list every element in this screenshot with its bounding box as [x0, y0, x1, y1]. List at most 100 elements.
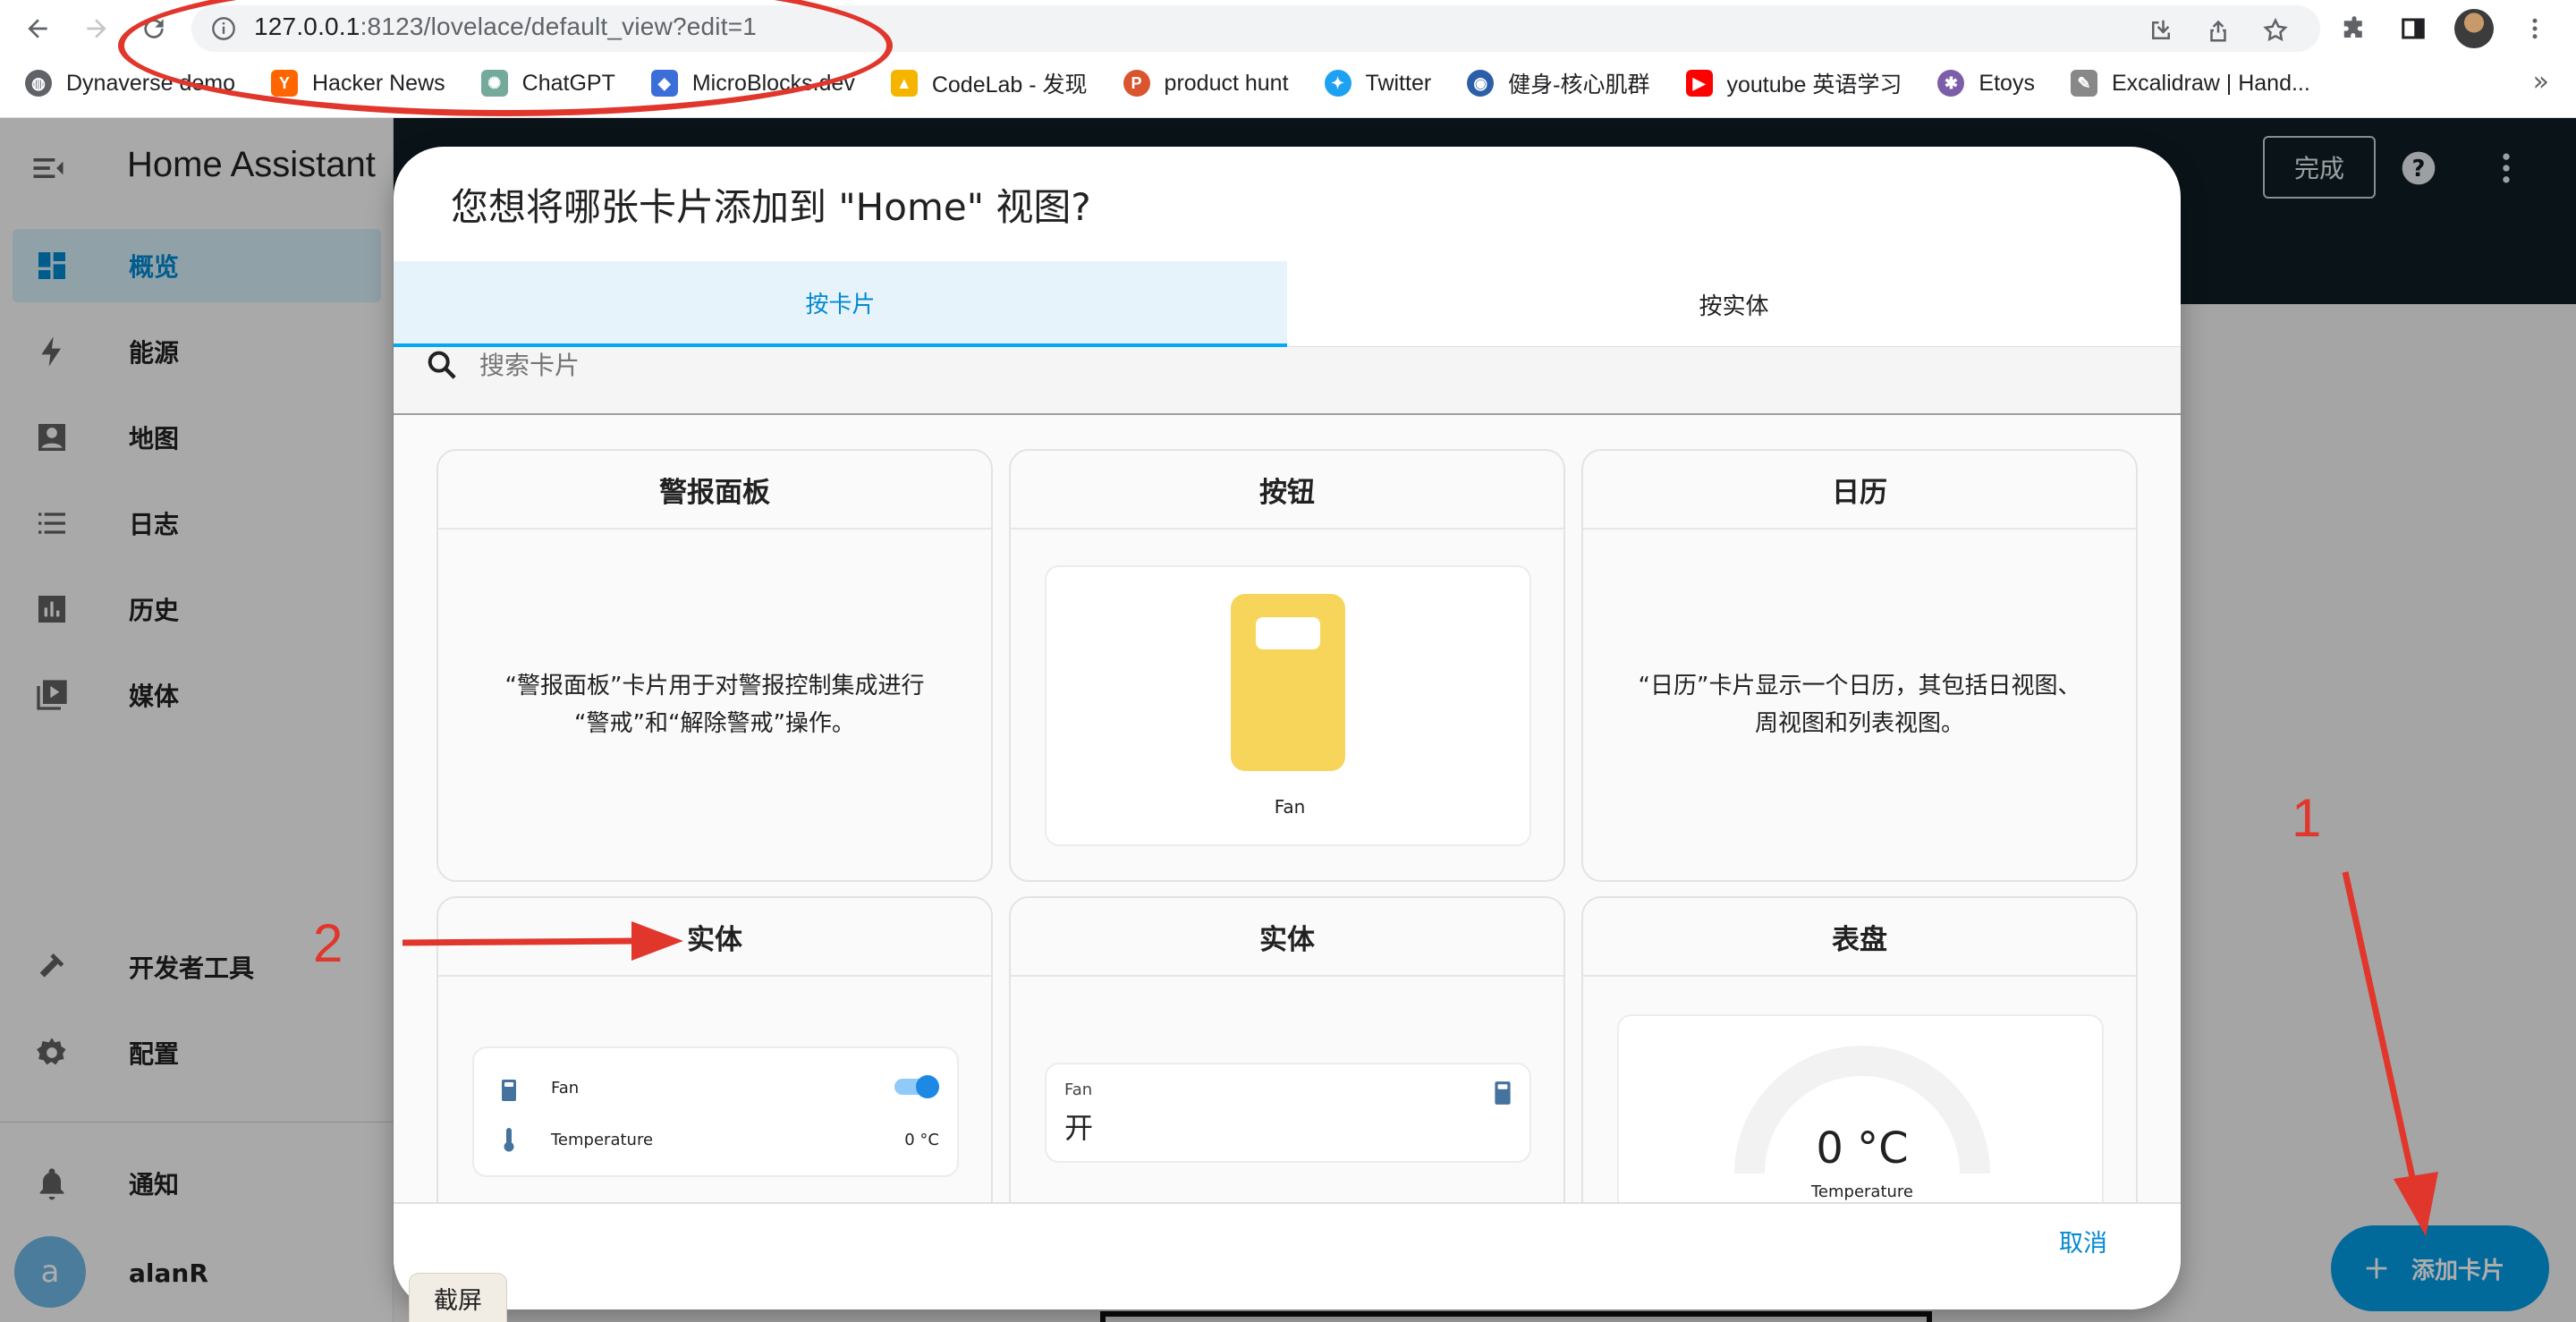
entity-row-value: 0 °C	[904, 1131, 939, 1149]
annotation-number-1: 1	[2292, 788, 2322, 848]
browser-menu-button[interactable]	[2517, 11, 2553, 47]
url-actions	[2143, 13, 2293, 48]
bookmark-star-button[interactable]	[2258, 13, 2293, 48]
bookmark-product-hunt[interactable]: Pproduct hunt	[1123, 70, 1289, 97]
star-outline-icon	[2263, 17, 2288, 42]
url-host: 127.0.0.1	[254, 13, 360, 40]
card-description-line: 周视图和列表视图。	[1754, 710, 1964, 737]
card-search	[394, 347, 2181, 415]
url-path: :8123/lovelace/default_view?edit=1	[360, 13, 758, 40]
youtube-play-icon: ▶	[1685, 70, 1713, 97]
bookmark-label: Twitter	[1365, 70, 1432, 96]
more-bookmarks-button[interactable]: »	[2533, 66, 2549, 97]
dialog-footer: 取消	[394, 1202, 2181, 1309]
download-box-icon	[2152, 20, 2170, 39]
vertical-dots-icon	[2532, 18, 2538, 39]
bookmark-label: product hunt	[1164, 70, 1289, 96]
bookmark-label: ChatGPT	[521, 70, 615, 96]
bookmark-excalidraw[interactable]: ✎ Excalidraw | Hand...	[2070, 70, 2310, 97]
excalidraw-icon: ✎	[2070, 70, 2097, 97]
bookmark-label: Etoys	[1979, 70, 2035, 96]
dialog-title: 您想将哪张卡片添加到 "Home" 视图?	[451, 185, 1091, 229]
profile-avatar[interactable]	[2454, 9, 2494, 48]
card-title: 实体	[1011, 898, 1563, 977]
bookmark-label: Dynaverse demo	[66, 70, 235, 96]
entity-name: Fan	[1064, 1080, 1093, 1099]
card-option-gauge[interactable]: 表盘 0 °C Temperature	[1581, 896, 2138, 1202]
codelab-icon: ▲	[890, 70, 918, 97]
bookmark-label: MicroBlocks.dev	[691, 70, 855, 96]
forward-button[interactable]	[77, 9, 116, 48]
bookmarks-bar: ◍ Dynaverse demo Y Hacker News ✺ ChatGPT ◆ M…	[0, 63, 2576, 104]
extensions-button[interactable]	[2336, 11, 2372, 47]
search-icon	[428, 351, 456, 379]
card-description-line: “警戒”和“解除警戒”操作。	[574, 710, 855, 737]
fan-device-icon	[502, 1080, 516, 1101]
twitter-bird-icon: ✦	[1324, 70, 1352, 97]
card-description: “日历”卡片显示一个日历，其包括日视图、 周视图和列表视图。	[1619, 667, 2100, 742]
bookmark-twitter[interactable]: ✦ Twitter	[1324, 70, 1432, 97]
entity-row-label: Fan	[551, 1079, 580, 1097]
card-option-button[interactable]: 按钮 Fan	[1009, 449, 1565, 882]
bookmark-label: Excalidraw | Hand...	[2111, 70, 2310, 96]
y-logo-icon: Y	[270, 70, 298, 97]
share-icon	[2210, 20, 2226, 42]
install-button[interactable]	[2143, 13, 2179, 48]
card-description-line: “日历”卡片显示一个日历，其包括日视图、	[1638, 673, 2081, 699]
search-input[interactable]	[479, 347, 2089, 383]
card-picker-grid: 警报面板 “警报面板”卡片用于对警报控制集成进行 “警戒”和“解除警戒”操作。 …	[394, 415, 2181, 1202]
tab-by-entity[interactable]: 按实体	[1287, 261, 2181, 347]
shield-icon: ◆	[650, 70, 678, 97]
entity-state: 开	[1064, 1111, 1094, 1145]
bookmark-etoys[interactable]: ✱ Etoys	[1937, 70, 2035, 97]
dialog-tabs: 按卡片 按实体	[394, 261, 2181, 347]
extension-actions	[2336, 9, 2553, 48]
bookmark-hacker-news[interactable]: Y Hacker News	[270, 70, 445, 97]
tab-by-card[interactable]: 按卡片	[394, 261, 1287, 347]
arrow-right-icon	[87, 19, 106, 38]
entity-row-label: Temperature	[551, 1131, 654, 1149]
arrow-left-icon	[28, 19, 47, 38]
gauge-card-preview: 0 °C Temperature	[1617, 1014, 2104, 1202]
url-text[interactable]: 127.0.0.1:8123/lovelace/default_view?edi…	[254, 13, 757, 41]
globe-icon: ◍	[25, 70, 52, 97]
card-title: 实体	[438, 898, 991, 977]
entities-card-preview: Fan Temperature 0 °C	[472, 1047, 959, 1177]
share-button[interactable]	[2200, 13, 2236, 48]
puzzle-icon	[2343, 16, 2362, 38]
reload-button[interactable]	[134, 9, 174, 48]
bookmark-fitness[interactable]: ◉ 健身-核心肌群	[1467, 67, 1650, 99]
add-card-dialog: 您想将哪张卡片添加到 "Home" 视图? 按卡片 按实体 警报面板 “警报面板…	[394, 147, 2181, 1309]
gauge-label: Temperature	[1810, 1182, 1914, 1201]
card-option-alarm-panel[interactable]: 警报面板 “警报面板”卡片用于对警报控制集成进行 “警戒”和“解除警戒”操作。	[436, 449, 993, 882]
cancel-button[interactable]: 取消	[2059, 1224, 2107, 1258]
side-panel-icon	[2402, 18, 2425, 39]
button-card-preview: Fan	[1045, 565, 1531, 846]
card-title: 警报面板	[438, 451, 991, 530]
fan-device-icon	[1495, 1081, 1511, 1105]
circle-logo-icon: ◉	[1467, 70, 1495, 97]
card-title: 日历	[1583, 451, 2136, 530]
bookmark-chatgpt[interactable]: ✺ ChatGPT	[480, 70, 615, 97]
address-bar[interactable]: 127.0.0.1:8123/lovelace/default_view?edi…	[191, 5, 2320, 52]
info-icon[interactable]	[211, 16, 236, 41]
bookmark-youtube[interactable]: ▶ youtube 英语学习	[1685, 67, 1902, 99]
side-panel-button[interactable]	[2395, 11, 2431, 47]
bookmark-codelab[interactable]: ▲ CodeLab - 发现	[890, 67, 1088, 99]
openai-icon: ✺	[480, 70, 508, 97]
thermometer-icon	[504, 1128, 514, 1152]
reload-icon	[144, 19, 164, 38]
fan-toggle[interactable]	[894, 1075, 939, 1098]
bookmark-label: Hacker News	[311, 70, 445, 96]
bookmark-label: youtube 英语学习	[1726, 72, 1902, 97]
card-option-calendar[interactable]: 日历 “日历”卡片显示一个日历，其包括日视图、 周视图和列表视图。	[1581, 449, 2138, 882]
card-option-entity[interactable]: 实体 Fan 开	[1009, 896, 1565, 1202]
bookmark-label: 健身-核心肌群	[1508, 72, 1650, 97]
screenshot-tag[interactable]: 截屏	[410, 1274, 506, 1322]
bookmark-microblocks[interactable]: ◆ MicroBlocks.dev	[650, 70, 855, 97]
browser-chrome: 127.0.0.1:8123/lovelace/default_view?edi…	[0, 0, 2576, 118]
bookmark-dynaverse[interactable]: ◍ Dynaverse demo	[25, 70, 235, 97]
entity-card-preview: Fan 开	[1045, 1063, 1531, 1163]
card-option-entities[interactable]: 实体 Fan Temperature 0 °C	[436, 896, 993, 1202]
back-button[interactable]	[18, 9, 57, 48]
